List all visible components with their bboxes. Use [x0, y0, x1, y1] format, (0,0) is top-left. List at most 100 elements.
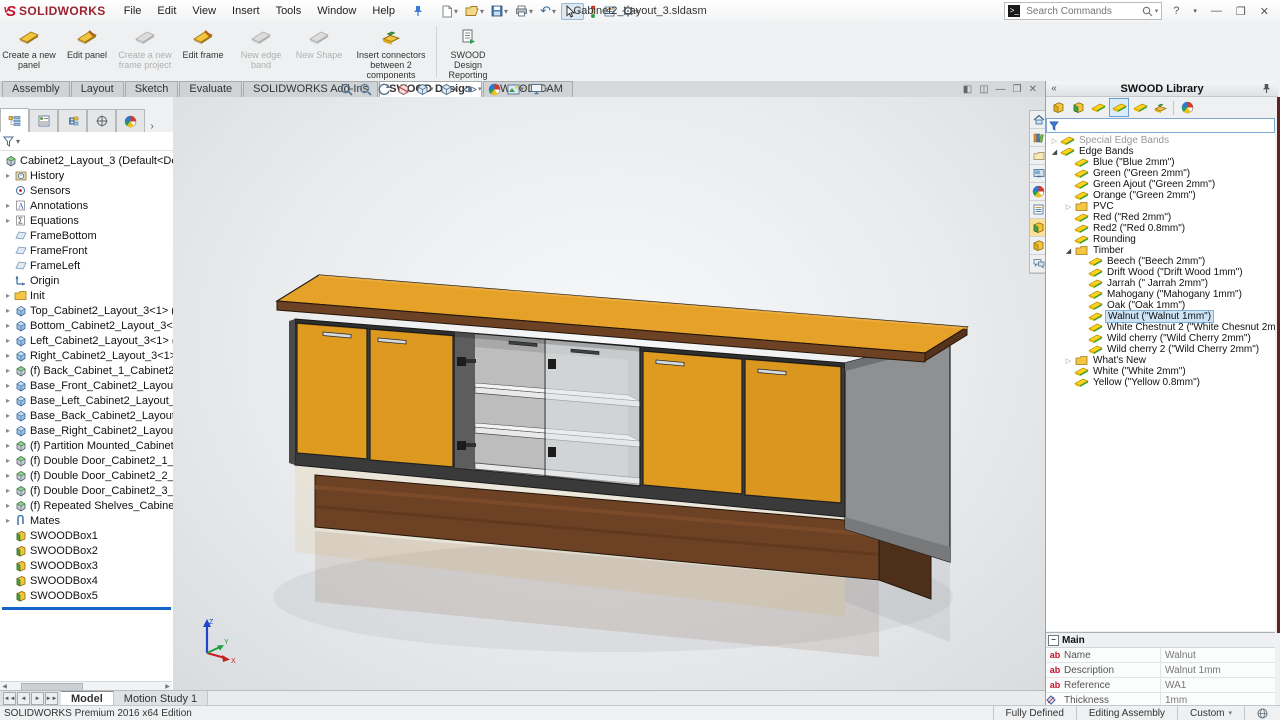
undo-icon[interactable]: ↶▾ — [538, 2, 558, 20]
displaymanager-tab[interactable] — [116, 109, 145, 132]
options-icon[interactable]: ▾ — [620, 4, 641, 18]
expand-arrow-icon[interactable]: ▸ — [3, 216, 13, 225]
create-new-panel-button[interactable]: Create a new panel — [0, 22, 58, 81]
library-item[interactable]: White ("White 2mm") — [1046, 366, 1275, 377]
tree-item[interactable]: ▸Bottom_Cabinet2_Layout_3<1> (Defau — [0, 318, 173, 333]
tree-item[interactable]: ▸(f) Double Door_Cabinet2_1_Cabinet2_ — [0, 453, 173, 468]
pin-icon[interactable] — [413, 5, 423, 17]
tree-item[interactable]: ▸Base_Right_Cabinet2_Layout_3<1> (De — [0, 423, 173, 438]
tree-item[interactable]: Sensors — [0, 183, 173, 198]
doc-pane-left-icon[interactable]: ◧ — [963, 84, 972, 95]
swood-design-reporting-button[interactable]: SWOOD Design Reporting — [439, 22, 497, 81]
tab-motion-study-1[interactable]: Motion Study 1 — [114, 691, 208, 706]
tree-item[interactable]: ▸Base_Front_Cabinet2_Layout_3<1> (De — [0, 378, 173, 393]
new-document-icon[interactable]: ▾ — [439, 4, 460, 19]
tree-root[interactable]: Cabinet2_Layout_3 (Default<Default_Displ — [0, 153, 173, 168]
tab-layout[interactable]: Layout — [71, 81, 124, 97]
expand-arrow-icon[interactable]: ▸ — [3, 351, 13, 360]
zoom-to-fit-icon[interactable] — [340, 83, 353, 96]
panels-icon[interactable] — [1089, 99, 1107, 116]
library-item[interactable]: Yellow ("Yellow 0.8mm") — [1046, 377, 1275, 388]
hide-show-items-icon[interactable]: ▾ — [463, 83, 482, 96]
minimize-button[interactable]: — — [1208, 5, 1225, 17]
edit-frame-button[interactable]: Edit frame — [174, 22, 232, 81]
menu-view[interactable]: View — [192, 5, 216, 17]
library-item[interactable]: Red2 ("Red 0.8mm") — [1046, 223, 1275, 234]
doc-minimize-icon[interactable]: — — [996, 84, 1006, 95]
cabinets-icon[interactable] — [1049, 99, 1067, 116]
expand-arrow-icon[interactable]: ▸ — [3, 396, 13, 405]
apply-scene-icon[interactable]: ▾ — [507, 83, 525, 96]
expand-arrow-icon[interactable]: ▸ — [3, 366, 13, 375]
expand-arrow-icon[interactable]: ▸ — [3, 411, 13, 420]
tab-assembly[interactable]: Assembly — [2, 81, 70, 97]
tree-item[interactable]: FrameBottom — [0, 228, 173, 243]
filter-caret-icon[interactable]: ▾ — [16, 137, 20, 146]
expand-arrow-icon[interactable]: ▸ — [3, 291, 13, 300]
library-item[interactable]: ▷What's New — [1046, 355, 1275, 366]
save-icon[interactable]: ▾ — [489, 4, 510, 18]
library-item[interactable]: Mahogany ("Mahogany 1mm") — [1046, 289, 1275, 300]
featuremanager-tab[interactable] — [0, 108, 29, 132]
help-caret-icon[interactable]: ▾ — [1190, 7, 1200, 15]
search-commands-box[interactable]: >_ ▾ — [1004, 2, 1162, 20]
tab-model[interactable]: Model — [61, 691, 114, 706]
library-item[interactable]: ◢Timber — [1046, 245, 1275, 256]
tree-item[interactable]: ▸(f) Double Door_Cabinet2_3_Cabinet2_ — [0, 483, 173, 498]
library-item[interactable]: Beech ("Beech 2mm") — [1046, 256, 1275, 267]
expand-arrow-icon[interactable]: ▸ — [3, 426, 13, 435]
library-item[interactable]: Wild cherry 2 ("Wild Cherry 2mm") — [1046, 344, 1275, 355]
library-item[interactable]: Wild cherry ("Wild Cherry 2mm") — [1046, 333, 1275, 344]
materials-icon[interactable] — [1178, 99, 1196, 116]
doc-pane-right-icon[interactable]: ◫ — [979, 84, 988, 95]
print-icon[interactable]: ▾ — [513, 4, 535, 18]
globe-icon[interactable] — [1244, 706, 1280, 720]
boxes-icon[interactable] — [1069, 99, 1087, 116]
library-item[interactable]: Green ("Green 2mm") — [1046, 168, 1275, 179]
expand-arrow-icon[interactable]: ◢ — [1064, 247, 1073, 255]
panel-tabs-overflow-icon[interactable]: › — [145, 121, 159, 132]
tree-item[interactable]: SWOODBox2 — [0, 543, 173, 558]
library-item[interactable]: ▷Special Edge Bands — [1046, 135, 1275, 146]
expand-arrow-icon[interactable]: ▸ — [3, 441, 13, 450]
library-item[interactable]: Red ("Red 2mm") — [1046, 212, 1275, 223]
menu-help[interactable]: Help — [372, 5, 395, 17]
property-value[interactable]: WA1 — [1160, 678, 1275, 692]
prev-tab-icon[interactable]: ◄ — [17, 692, 30, 705]
file-properties-icon[interactable] — [602, 5, 617, 18]
select-icon[interactable]: ▾ — [561, 3, 584, 20]
edit-appearance-icon[interactable] — [488, 83, 501, 96]
library-item[interactable]: ▷PVC — [1046, 201, 1275, 212]
expand-arrow-icon[interactable]: ▸ — [3, 201, 13, 210]
collapse-panel-icon[interactable]: « — [1046, 83, 1062, 94]
status-custom[interactable]: Custom▾ — [1177, 706, 1244, 720]
open-icon[interactable]: ▾ — [463, 4, 486, 18]
display-style-icon[interactable]: ▾ — [440, 83, 458, 96]
library-item[interactable]: Drift Wood ("Drift Wood 1mm") — [1046, 267, 1275, 278]
menu-insert[interactable]: Insert — [232, 5, 260, 17]
menu-window[interactable]: Window — [317, 5, 356, 17]
graphics-viewport[interactable]: Z X Y — [173, 97, 1045, 691]
tree-item[interactable]: ▸(f) Double Door_Cabinet2_2_Cabinet2_ — [0, 468, 173, 483]
configurationmanager-tab[interactable]: B — [58, 109, 87, 132]
custom-caret-icon[interactable]: ▾ — [1228, 709, 1232, 717]
expand-arrow-icon[interactable]: ▷ — [1050, 137, 1059, 145]
library-item[interactable]: Jarrah (" Jarrah 2mm") — [1046, 278, 1275, 289]
library-item[interactable]: Rounding — [1046, 234, 1275, 245]
library-pin-icon[interactable] — [1262, 83, 1278, 94]
menu-tools[interactable]: Tools — [276, 5, 302, 17]
tree-item[interactable]: SWOODBox3 — [0, 558, 173, 573]
library-item[interactable]: Green Ajout ("Green 2mm") — [1046, 179, 1275, 190]
library-item[interactable]: Orange ("Green 2mm") — [1046, 190, 1275, 201]
tree-item[interactable]: SWOODBox4 — [0, 573, 173, 588]
restore-button[interactable]: ❐ — [1233, 5, 1249, 18]
cabinet-3d-model[interactable] — [173, 97, 1045, 690]
view-settings-icon[interactable]: ▾ — [530, 83, 548, 95]
property-value[interactable]: Walnut 1mm — [1160, 663, 1275, 677]
rollback-bar[interactable] — [2, 607, 171, 610]
tree-item[interactable]: Origin — [0, 273, 173, 288]
last-tab-icon[interactable]: ►► — [45, 692, 58, 705]
menu-edit[interactable]: Edit — [157, 5, 176, 17]
tab-sketch[interactable]: Sketch — [125, 81, 179, 97]
next-tab-icon[interactable]: ► — [31, 692, 44, 705]
